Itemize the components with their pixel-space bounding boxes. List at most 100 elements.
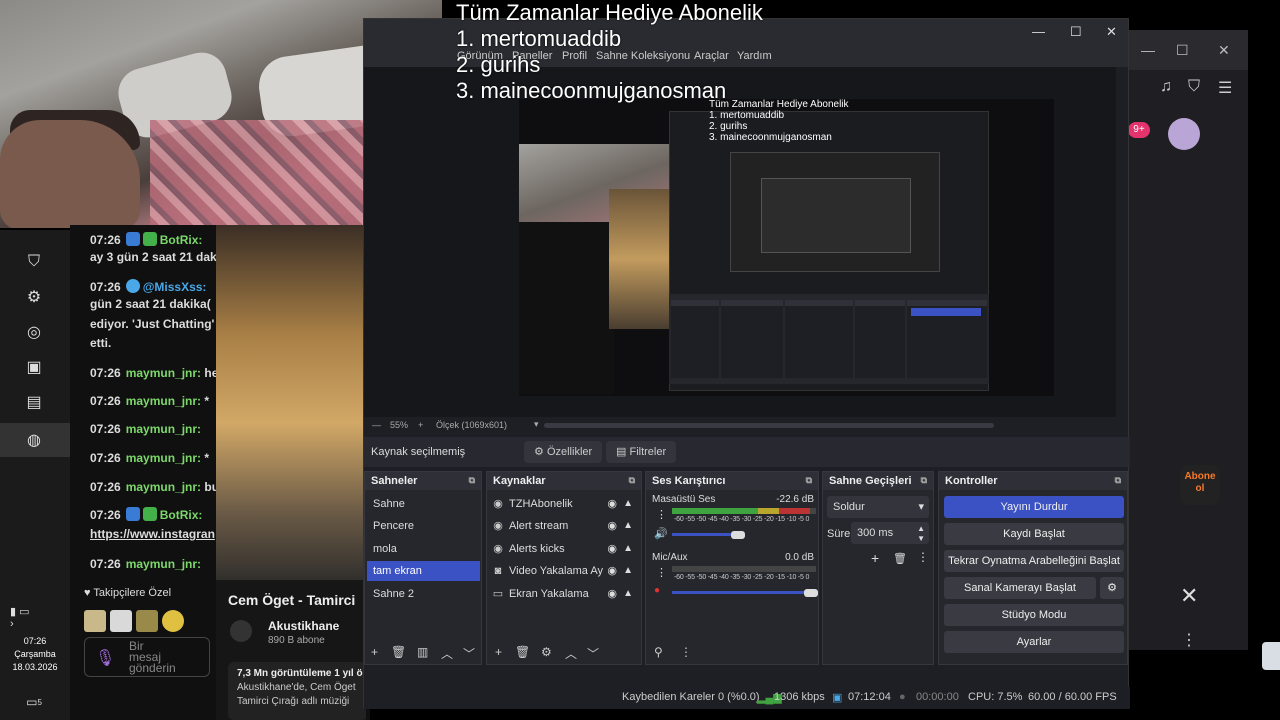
properties-button[interactable]: ⚙ Özellikler	[524, 441, 603, 463]
obs-icon[interactable]: ◍	[22, 428, 46, 452]
side-tab[interactable]	[1262, 642, 1280, 670]
lock-icon[interactable]: ▲	[623, 584, 633, 604]
stop-stream-button[interactable]: Yayını Durdur	[944, 496, 1124, 518]
transition-select[interactable]: Soldur ▾	[827, 496, 929, 518]
start-virtual-camera-button[interactable]: Sanal Kamerayı Başlat	[944, 577, 1096, 599]
chevron-down-icon[interactable]: ﹀	[587, 645, 599, 662]
channel-name[interactable]: Akustikhane	[268, 619, 339, 633]
eye-icon[interactable]: ◉	[607, 584, 617, 604]
channel-avatar[interactable]	[230, 620, 252, 642]
chat-input[interactable]: 🎙 Bir mesaj gönderin	[84, 637, 210, 677]
scale-label[interactable]: Ölçek (1069x601)	[436, 420, 507, 430]
trash-icon[interactable]: 🗑	[893, 552, 907, 565]
emote-icon[interactable]	[110, 610, 132, 632]
app-icon[interactable]: ▣	[22, 355, 46, 379]
undock-icon[interactable]: ⧉	[806, 475, 812, 486]
chevron-up-icon[interactable]: ︿	[565, 645, 577, 662]
chevron-up-icon[interactable]: ︿	[441, 645, 453, 662]
notification-icon[interactable]: ▭ 5	[22, 690, 46, 714]
start-replay-buffer-button[interactable]: Tekrar Oynatma Arabelleğini Başlat	[944, 550, 1124, 572]
video-title[interactable]: Cem Öget - Tamirci	[228, 592, 355, 608]
avatar[interactable]	[1168, 118, 1200, 150]
muted-mic-icon[interactable]: ●	[654, 585, 660, 596]
chevron-down-icon[interactable]: ▾	[534, 419, 539, 430]
chevron-down-icon[interactable]: ﹀	[463, 645, 475, 662]
maximize-icon[interactable]: ☐	[1070, 24, 1082, 40]
close-icon[interactable]: ✕	[1106, 24, 1117, 40]
source-item[interactable]: ▭ Ekran Yakalama ◉ ▲	[491, 584, 639, 604]
eye-icon[interactable]: ◉	[607, 539, 617, 559]
chat-link[interactable]: https://www.instagran	[90, 527, 215, 541]
maximize-icon[interactable]: ☐	[1176, 42, 1189, 59]
lock-icon[interactable]: ▲	[623, 516, 633, 536]
source-item[interactable]: ◉ TZHAbonelik ◉ ▲	[491, 494, 639, 514]
settings-button[interactable]: Ayarlar	[944, 631, 1124, 653]
app-icon[interactable]: ▤	[22, 390, 46, 414]
chrome-icon[interactable]: ◎	[22, 320, 46, 344]
zoom-level[interactable]: 55%	[390, 420, 408, 430]
zoom-out-icon[interactable]: —	[372, 420, 381, 430]
link-icon[interactable]: ⚲	[654, 645, 663, 659]
virtual-camera-settings-button[interactable]: ⚙	[1100, 577, 1124, 599]
scene-item[interactable]: Sahne 2	[367, 584, 480, 604]
add-icon[interactable]: +	[871, 550, 879, 566]
scene-item[interactable]: Pencere	[367, 516, 480, 536]
lock-icon[interactable]: ▲	[623, 561, 633, 581]
undock-icon[interactable]: ⧉	[921, 475, 927, 486]
scene-item-selected[interactable]: tam ekran	[367, 561, 480, 581]
undock-icon[interactable]: ⧉	[469, 475, 475, 486]
clock[interactable]: 07:26 Çarşamba 18.03.2026	[0, 635, 70, 674]
duration-input[interactable]: 300 ms ▲ ▼	[851, 522, 929, 544]
spinner-icon[interactable]: ▲ ▼	[917, 524, 925, 544]
kebab-icon[interactable]: ⋮	[656, 508, 667, 521]
eye-icon[interactable]: ◉	[607, 516, 617, 536]
minimize-icon[interactable]: —	[1032, 24, 1045, 39]
emote-icon[interactable]	[136, 610, 158, 632]
add-icon[interactable]: +	[495, 645, 502, 659]
volume-slider[interactable]	[672, 533, 734, 536]
scene-item[interactable]: Sahne	[367, 494, 480, 514]
eye-icon[interactable]: ◉	[607, 561, 617, 581]
studio-mode-button[interactable]: Stüdyo Modu	[944, 604, 1124, 626]
volume-knob[interactable]	[731, 531, 745, 539]
volume-knob[interactable]	[804, 589, 818, 597]
minimize-icon[interactable]: —	[1141, 42, 1155, 58]
kebab-icon[interactable]: ⋮	[1181, 630, 1197, 650]
emote-icon[interactable]	[162, 610, 184, 632]
preview-canvas[interactable]: Tüm Zamanlar Hediye Abonelik 1. mertomua…	[364, 67, 1116, 417]
source-item[interactable]: ◉ Alert stream ◉ ▲	[491, 516, 639, 536]
trash-icon[interactable]: 🗑	[515, 645, 530, 659]
emote-icon[interactable]	[84, 610, 106, 632]
lock-icon[interactable]: ▲	[623, 494, 633, 514]
filters-button[interactable]: ▤ Filtreler	[606, 441, 677, 463]
close-icon[interactable]: ✕	[1218, 42, 1230, 59]
volume-slider[interactable]	[672, 591, 816, 594]
speaker-icon[interactable]: 🔊	[654, 527, 668, 540]
undock-icon[interactable]: ⧉	[629, 475, 635, 486]
shield-icon[interactable]: ⛉	[22, 250, 46, 274]
kebab-icon[interactable]: ⋮	[656, 566, 667, 579]
tray-icons[interactable]: ▮ ▭ ›	[10, 605, 34, 630]
music-icon[interactable]: ♫	[1160, 78, 1172, 96]
kebab-icon[interactable]: ⋮	[917, 550, 929, 564]
taskbar-selected[interactable]: ◍	[0, 423, 70, 457]
menu-icon[interactable]: ☰	[1218, 78, 1232, 98]
eye-icon[interactable]: ◉	[607, 494, 617, 514]
shield-icon[interactable]: ⛉	[1188, 78, 1200, 96]
source-item[interactable]: ◙ Video Yakalama Ay ◉ ▲	[491, 561, 639, 581]
trash-icon[interactable]: 🗑	[391, 645, 406, 659]
horizontal-scrollbar[interactable]	[544, 423, 994, 428]
add-icon[interactable]: +	[371, 645, 378, 659]
description-box[interactable]: 7,3 Mn görüntüleme 1 yıl ö Akustikhane'd…	[228, 662, 366, 720]
close-icon[interactable]: ✕	[1180, 583, 1198, 609]
kebab-icon[interactable]: ⋮	[680, 645, 692, 659]
gear-icon[interactable]: ⚙	[541, 645, 552, 659]
gear-icon[interactable]: ⚙	[22, 285, 46, 309]
lock-icon[interactable]: ▲	[623, 539, 633, 559]
microphone-icon[interactable]: 🎙	[95, 648, 115, 668]
zoom-in-icon[interactable]: +	[418, 420, 423, 430]
filter-icon[interactable]: ▥	[417, 645, 428, 659]
undock-icon[interactable]: ⧉	[1115, 475, 1121, 486]
video-thumbnail[interactable]	[216, 225, 366, 585]
source-item[interactable]: ◉ Alerts kicks ◉ ▲	[491, 539, 639, 559]
